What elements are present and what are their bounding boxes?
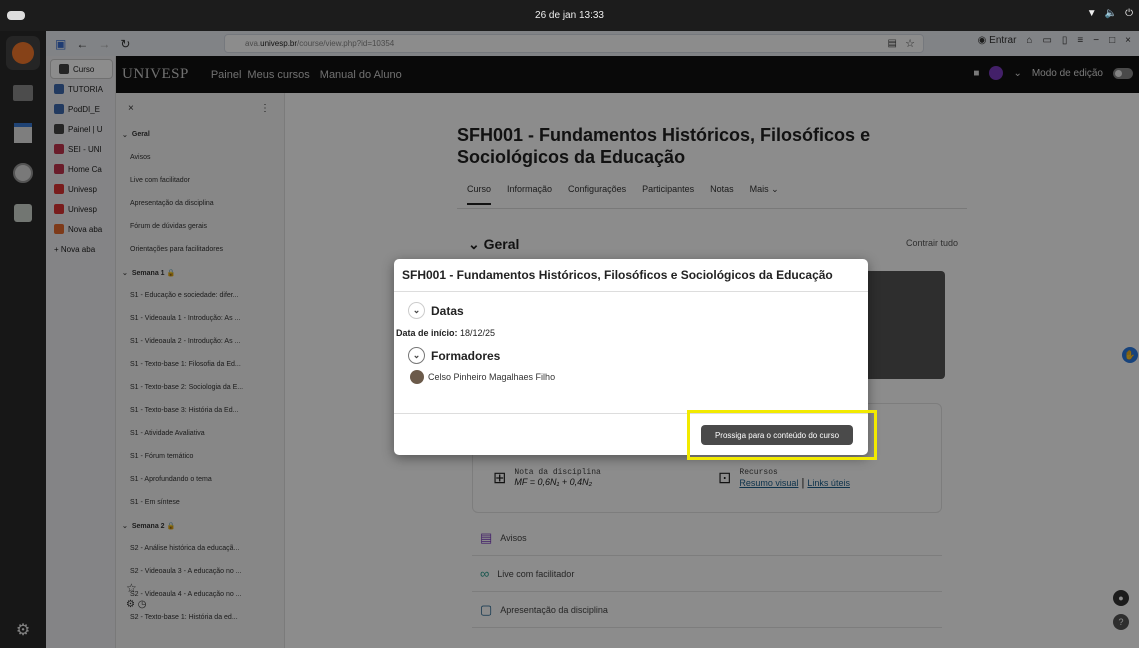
start-date-value: 18/12/25	[460, 328, 496, 338]
activities-icon[interactable]	[7, 11, 25, 20]
wifi-icon: ▼	[1086, 8, 1097, 19]
dates-heading[interactable]: ⌄ Datas	[408, 302, 868, 319]
teacher-name[interactable]: Celso Pinheiro Magalhaes Filho	[428, 372, 555, 382]
teachers-heading[interactable]: ⌄ Formadores	[408, 347, 868, 364]
system-tray[interactable]: ▼ 🔈 ⏻	[1087, 8, 1133, 19]
teacher-avatar	[410, 370, 424, 384]
system-topbar: 26 de jan 13:33 ▼ 🔈 ⏻	[0, 0, 1139, 31]
teacher-row: Celso Pinheiro Magalhaes Filho	[410, 370, 868, 384]
chevron-down-icon: ⌄	[408, 347, 425, 364]
highlight-box	[687, 410, 877, 460]
system-clock[interactable]: 26 de jan 13:33	[535, 10, 604, 21]
teachers-heading-label: Formadores	[431, 348, 501, 363]
modal-title: SFH001 - Fundamentos Históricos, Filosóf…	[394, 259, 868, 292]
power-icon: ⏻	[1125, 8, 1133, 19]
start-date: Data de início: 18/12/25	[396, 328, 868, 338]
chevron-down-icon: ⌄	[408, 302, 425, 319]
dates-heading-label: Datas	[431, 303, 464, 318]
start-date-label: Data de início:	[396, 328, 458, 338]
volume-icon: 🔈	[1104, 8, 1118, 19]
